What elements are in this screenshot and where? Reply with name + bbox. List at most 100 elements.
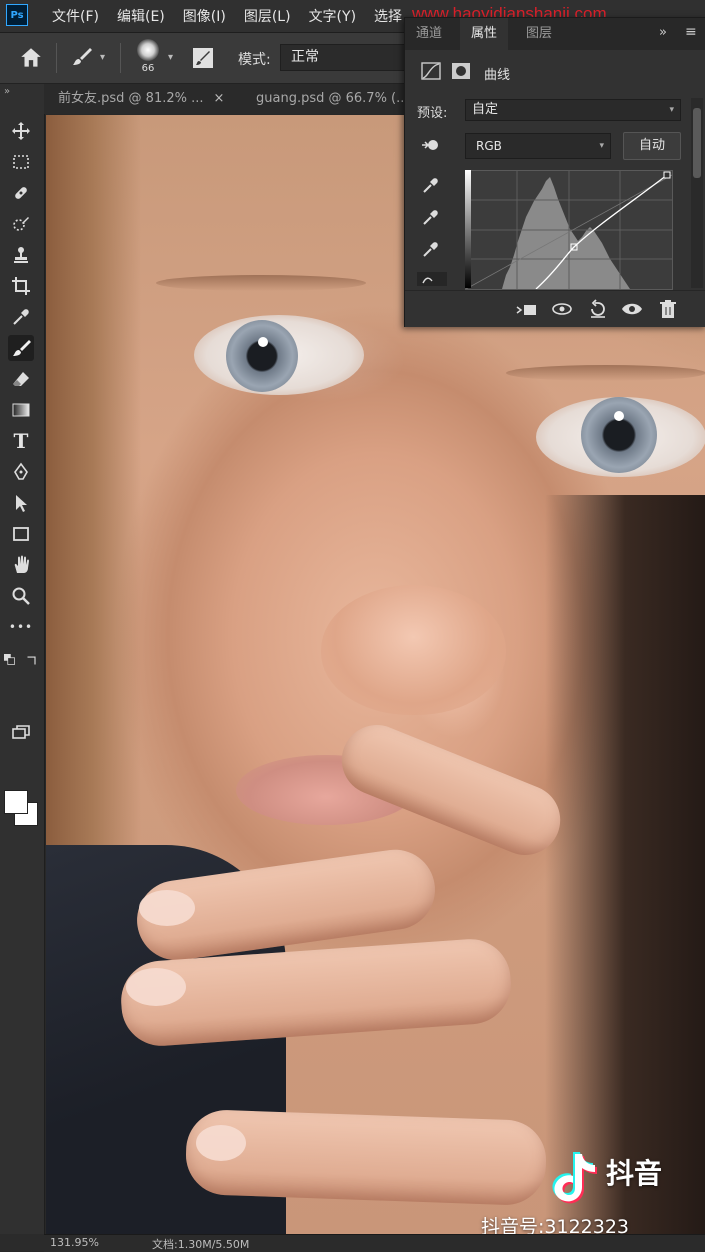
brush-icon xyxy=(13,340,31,356)
healing-tool[interactable] xyxy=(8,180,34,206)
panel-scrollbar[interactable] xyxy=(691,98,703,288)
document-size[interactable]: 文档:1.30M/5.50M xyxy=(152,1236,249,1252)
menu-items: 文件(F) 编辑(E) 图像(I) 图层(L) 文字(Y) 选择 xyxy=(52,0,402,32)
hand-tool[interactable] xyxy=(8,552,34,578)
default-colors-button[interactable] xyxy=(2,652,18,668)
zoom-level[interactable]: 131.95% xyxy=(50,1236,99,1249)
preset-value: 自定 xyxy=(472,102,499,117)
photo-eyebrow xyxy=(506,365,705,381)
curve-edit-mode-button[interactable] xyxy=(417,272,447,286)
curves-graph[interactable] xyxy=(465,170,673,290)
stamp-tool[interactable] xyxy=(8,242,34,268)
trash-icon[interactable] xyxy=(657,299,679,319)
chevron-down-icon: ▾ xyxy=(669,105,674,115)
reset-icon[interactable] xyxy=(587,299,609,319)
channel-select[interactable]: RGB ▾ xyxy=(465,133,611,159)
menu-file[interactable]: 文件(F) xyxy=(52,6,99,26)
brush-size-picker[interactable]: 66 xyxy=(134,39,162,77)
panel-menu-icon[interactable]: ≡ xyxy=(685,24,697,40)
eyedropper-black-icon[interactable] xyxy=(421,176,441,194)
photoshop-logo[interactable]: Ps xyxy=(6,4,28,26)
clip-to-layer-icon[interactable] xyxy=(515,299,537,319)
menu-image[interactable]: 图像(I) xyxy=(183,6,226,26)
curve-white-point[interactable] xyxy=(663,171,671,179)
stamp-icon xyxy=(14,247,28,263)
eraser-tool[interactable] xyxy=(8,366,34,392)
brush-tool[interactable] xyxy=(8,335,34,361)
screen-mode-icon xyxy=(12,725,30,739)
menu-select[interactable]: 选择 xyxy=(374,6,402,26)
path-select-tool[interactable] xyxy=(8,490,34,516)
move-tool[interactable] xyxy=(8,118,34,144)
collapse-panel-icon[interactable]: » xyxy=(659,25,667,40)
auto-button[interactable]: 自动 xyxy=(623,132,681,160)
rectangle-tool[interactable] xyxy=(8,521,34,547)
type-icon: T xyxy=(13,429,29,453)
curves-adjustment-icon[interactable] xyxy=(421,62,441,80)
adjustment-title: 曲线 xyxy=(484,68,511,83)
tab-properties[interactable]: 属性 xyxy=(460,18,509,50)
crop-tool[interactable] xyxy=(8,273,34,299)
more-tools[interactable]: ••• xyxy=(8,614,34,640)
eyedropper-tool[interactable] xyxy=(8,304,34,330)
close-icon[interactable]: × xyxy=(214,91,225,106)
home-icon xyxy=(21,48,41,67)
pen-icon xyxy=(14,462,28,480)
screen-mode-button[interactable] xyxy=(8,720,34,746)
type-tool[interactable]: T xyxy=(8,428,34,454)
brush-settings-icon xyxy=(193,48,213,68)
eraser-icon xyxy=(13,372,29,386)
mode-label: 模式: xyxy=(238,52,271,68)
chevron-down-icon[interactable]: ▾ xyxy=(100,52,105,63)
tab-channels[interactable]: 通道 xyxy=(405,18,453,50)
pen-tool[interactable] xyxy=(8,459,34,485)
preset-label: 预设: xyxy=(417,106,448,121)
view-previous-state-icon[interactable] xyxy=(551,299,573,319)
eyedropper-icon xyxy=(13,309,29,325)
divider xyxy=(120,43,121,73)
quick-select-tool[interactable] xyxy=(8,211,34,237)
home-button[interactable] xyxy=(18,45,44,71)
menu-layer[interactable]: 图层(L) xyxy=(244,6,291,26)
swap-colors-button[interactable] xyxy=(24,652,40,668)
tool-preset-picker[interactable] xyxy=(70,45,94,69)
eyedropper-gray-icon[interactable] xyxy=(421,208,441,226)
photo-catchlight xyxy=(614,411,624,421)
more-icon: ••• xyxy=(8,620,34,634)
properties-panel: 通道 属性 图层 » ≡ 曲线 预设: 自定 ▾ RGB ▾ 自动 xyxy=(404,17,705,327)
tiktok-account-id: 抖音号:3122323 xyxy=(481,1216,630,1235)
menu-type[interactable]: 文字(Y) xyxy=(309,6,356,26)
divider xyxy=(56,43,57,73)
status-bar-left xyxy=(0,1234,44,1251)
photo-eyebrow xyxy=(156,275,366,291)
chevron-down-icon: ▾ xyxy=(599,141,604,151)
expand-panels-button[interactable]: » xyxy=(0,84,44,114)
zoom-tool[interactable] xyxy=(8,583,34,609)
menu-edit[interactable]: 编辑(E) xyxy=(117,6,165,26)
preset-select[interactable]: 自定 ▾ xyxy=(465,99,681,121)
path-select-icon xyxy=(16,495,27,512)
brush-settings-button[interactable] xyxy=(192,47,214,69)
marquee-tool[interactable] xyxy=(8,149,34,175)
gradient-tool[interactable] xyxy=(8,397,34,423)
brush-icon xyxy=(73,48,92,65)
brush-tip-icon xyxy=(137,39,159,61)
tab-label: 前女友.psd @ 81.2% ... xyxy=(58,91,204,106)
channel-value: RGB xyxy=(476,139,502,153)
tab-layers[interactable]: 图层 xyxy=(515,18,563,50)
foreground-color-swatch[interactable] xyxy=(4,790,28,814)
tab-document-1[interactable]: 前女友.psd @ 81.2% ... × xyxy=(58,84,224,114)
targeted-adjustment-icon[interactable] xyxy=(419,136,439,154)
eyedropper-white-icon[interactable] xyxy=(421,240,441,258)
visibility-eye-icon[interactable] xyxy=(621,299,643,319)
chevron-down-icon[interactable]: ▾ xyxy=(168,52,173,63)
photo-catchlight xyxy=(258,337,268,347)
scrollbar-thumb[interactable] xyxy=(693,108,701,178)
mode-select[interactable]: 正常 xyxy=(280,44,410,71)
photo-finger xyxy=(184,1108,548,1207)
layer-mask-icon[interactable] xyxy=(451,62,471,80)
panel-footer xyxy=(405,290,705,327)
photo-hair xyxy=(545,495,705,1235)
tab-document-2[interactable]: guang.psd @ 66.7% (... xyxy=(256,84,409,114)
photo-fingernail xyxy=(139,890,195,926)
